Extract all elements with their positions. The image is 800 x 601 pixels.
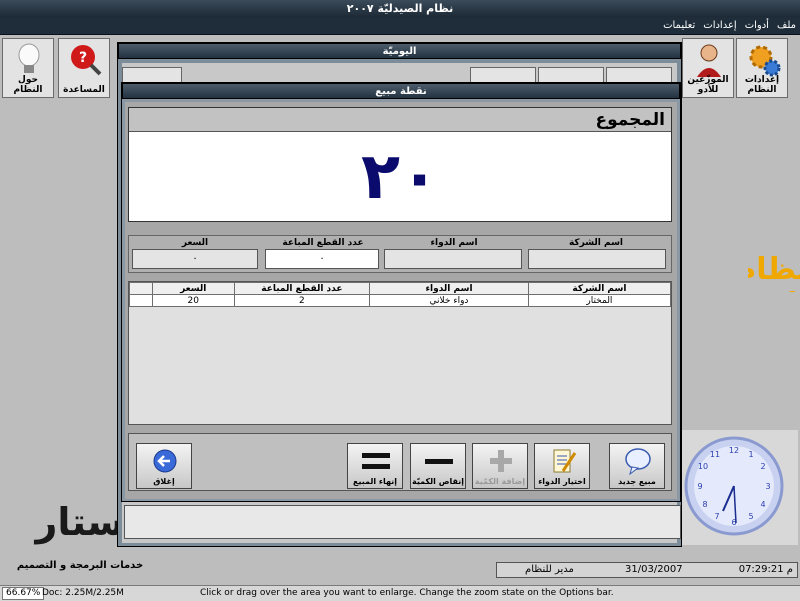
svg-text:5: 5 xyxy=(748,512,753,521)
price-label: السعر xyxy=(181,238,209,248)
table-header-company: اسم الشركة xyxy=(527,282,672,295)
table-header-drug: اسم الدواء xyxy=(369,282,529,295)
table-cell-company: المختار xyxy=(527,294,672,307)
speech-bubble-icon xyxy=(625,448,651,475)
menu-bar: ملف أدوات إعدادات تعليمات xyxy=(0,17,800,35)
svg-text:4: 4 xyxy=(760,500,765,509)
decrease-quantity-button[interactable]: إنقاص الكميّة xyxy=(410,443,466,489)
svg-text:10: 10 xyxy=(698,462,708,471)
doc-size: Doc: 2.25M/2.25M xyxy=(42,588,124,598)
clock-panel: 12 1 2 3 4567 8 9 10 11 xyxy=(680,430,798,545)
menu-tools[interactable]: أدوات xyxy=(741,17,773,34)
menu-settings[interactable]: إعدادات xyxy=(699,17,740,34)
help-button[interactable]: ? المساعدة xyxy=(58,38,110,98)
status-hint: Click or drag over the area you want to … xyxy=(200,588,614,598)
end-sale-button[interactable]: إنهاء المبيع xyxy=(347,443,403,489)
new-sale-button[interactable]: مبيع جديد xyxy=(609,443,665,489)
table-cell-qty: 2 xyxy=(233,294,371,307)
sales-table: اسم الشركة اسم الدواء عدد القطع المباعة … xyxy=(128,281,672,425)
svg-text:1: 1 xyxy=(748,450,753,459)
drug-field[interactable] xyxy=(384,249,522,269)
quantity-field[interactable]: ٠ xyxy=(265,249,379,269)
total-value: ٢٠ xyxy=(360,140,440,214)
table-header: اسم الشركة اسم الدواء عدد القطع المباعة … xyxy=(129,282,672,295)
total-box: المجموع ٢٠ xyxy=(128,107,672,222)
about-button[interactable]: حول النظام xyxy=(2,38,54,98)
new-sale-label: مبيع جديد xyxy=(618,477,656,486)
current-date: 31/03/2007 xyxy=(625,564,683,575)
zoom-level[interactable]: 66.67% xyxy=(2,587,45,600)
table-cell-drug: دواء خلاني xyxy=(369,294,529,307)
quantity-label: عدد القطع المباعة xyxy=(282,238,364,248)
background-banner: نظام ال xyxy=(748,252,800,292)
add-quantity-button[interactable]: إضافة الكمّية xyxy=(472,443,528,489)
row-selector[interactable] xyxy=(129,294,153,307)
daily-window-title: اليوميّة xyxy=(118,43,681,59)
clock-time: 07:29:21 م xyxy=(738,564,793,575)
table-header-price: السعر xyxy=(151,282,235,295)
total-label: المجموع xyxy=(129,108,671,132)
daily-field xyxy=(124,505,681,539)
status-bar: 66.67% Doc: 2.25M/2.25M Click or drag ov… xyxy=(0,585,800,601)
minus-icon xyxy=(425,459,453,464)
app-title-bar: نظام الصيدليّة ٢٠٠٧ xyxy=(0,0,800,17)
svg-text:?: ? xyxy=(79,50,87,66)
equals-icon xyxy=(362,453,390,469)
close-button[interactable]: إغلاق xyxy=(136,443,192,489)
sale-window-title: نقطة مبيع xyxy=(122,83,680,99)
help-search-icon: ? xyxy=(71,45,102,76)
app-title: نظام الصيدليّة ٢٠٠٧ xyxy=(346,2,454,15)
distributors-button[interactable]: الموزّعين للأدو xyxy=(682,38,734,98)
svg-text:11: 11 xyxy=(710,450,720,459)
company-field[interactable] xyxy=(528,249,666,269)
logo-subtitle: خدمات البرمجة و التصميم xyxy=(16,560,144,571)
company-label: اسم الشركة xyxy=(568,238,624,248)
end-sale-label: إنهاء المبيع xyxy=(352,477,397,486)
add-quantity-label: إضافة الكمّية xyxy=(474,477,526,486)
help-label: المساعدة xyxy=(63,85,105,95)
svg-text:7: 7 xyxy=(714,512,719,521)
svg-text:3: 3 xyxy=(765,482,770,491)
svg-text:12: 12 xyxy=(729,446,739,455)
about-label: حول النظام xyxy=(13,75,43,95)
menu-help[interactable]: تعليمات xyxy=(659,17,699,34)
table-cell-price: 20 xyxy=(151,294,235,307)
choose-drug-button[interactable]: اختيار الدواء xyxy=(534,443,590,489)
lightbulb-icon xyxy=(18,43,40,73)
row-selector-header xyxy=(129,282,153,295)
table-row[interactable]: المختار دواء خلاني 2 20 xyxy=(129,294,672,307)
system-settings-label: إعدادات النظام xyxy=(744,75,780,95)
current-user: مدير للنظام xyxy=(525,564,574,575)
svg-text:2: 2 xyxy=(760,462,765,471)
menu-file[interactable]: ملف xyxy=(773,17,800,34)
clock-icon: 12 123 4567 891011 xyxy=(684,436,784,536)
close-label: إغلاق xyxy=(153,477,175,486)
table-header-qty: عدد القطع المباعة xyxy=(233,282,371,295)
person-icon xyxy=(697,44,721,77)
document-pencil-icon xyxy=(553,449,577,473)
info-bar: 07:29:21 م 31/03/2007 مدير للنظام xyxy=(496,562,798,578)
drug-label: اسم الدواء xyxy=(430,238,478,248)
choose-drug-label: اختيار الدواء xyxy=(538,477,586,486)
system-settings-button[interactable]: إعدادات النظام xyxy=(736,38,788,98)
back-arrow-icon xyxy=(153,449,177,473)
distributors-label: الموزّعين للأدو xyxy=(687,75,729,95)
svg-text:9: 9 xyxy=(697,482,702,491)
svg-text:8: 8 xyxy=(702,500,707,509)
price-field[interactable]: ٠ xyxy=(132,249,258,269)
gears-icon xyxy=(749,45,781,77)
sale-window: نقطة مبيع المجموع ٢٠ اسم الشركة اسم الدو… xyxy=(121,82,681,502)
decrease-quantity-label: إنقاص الكميّة xyxy=(412,477,464,486)
plus-icon xyxy=(490,450,512,472)
